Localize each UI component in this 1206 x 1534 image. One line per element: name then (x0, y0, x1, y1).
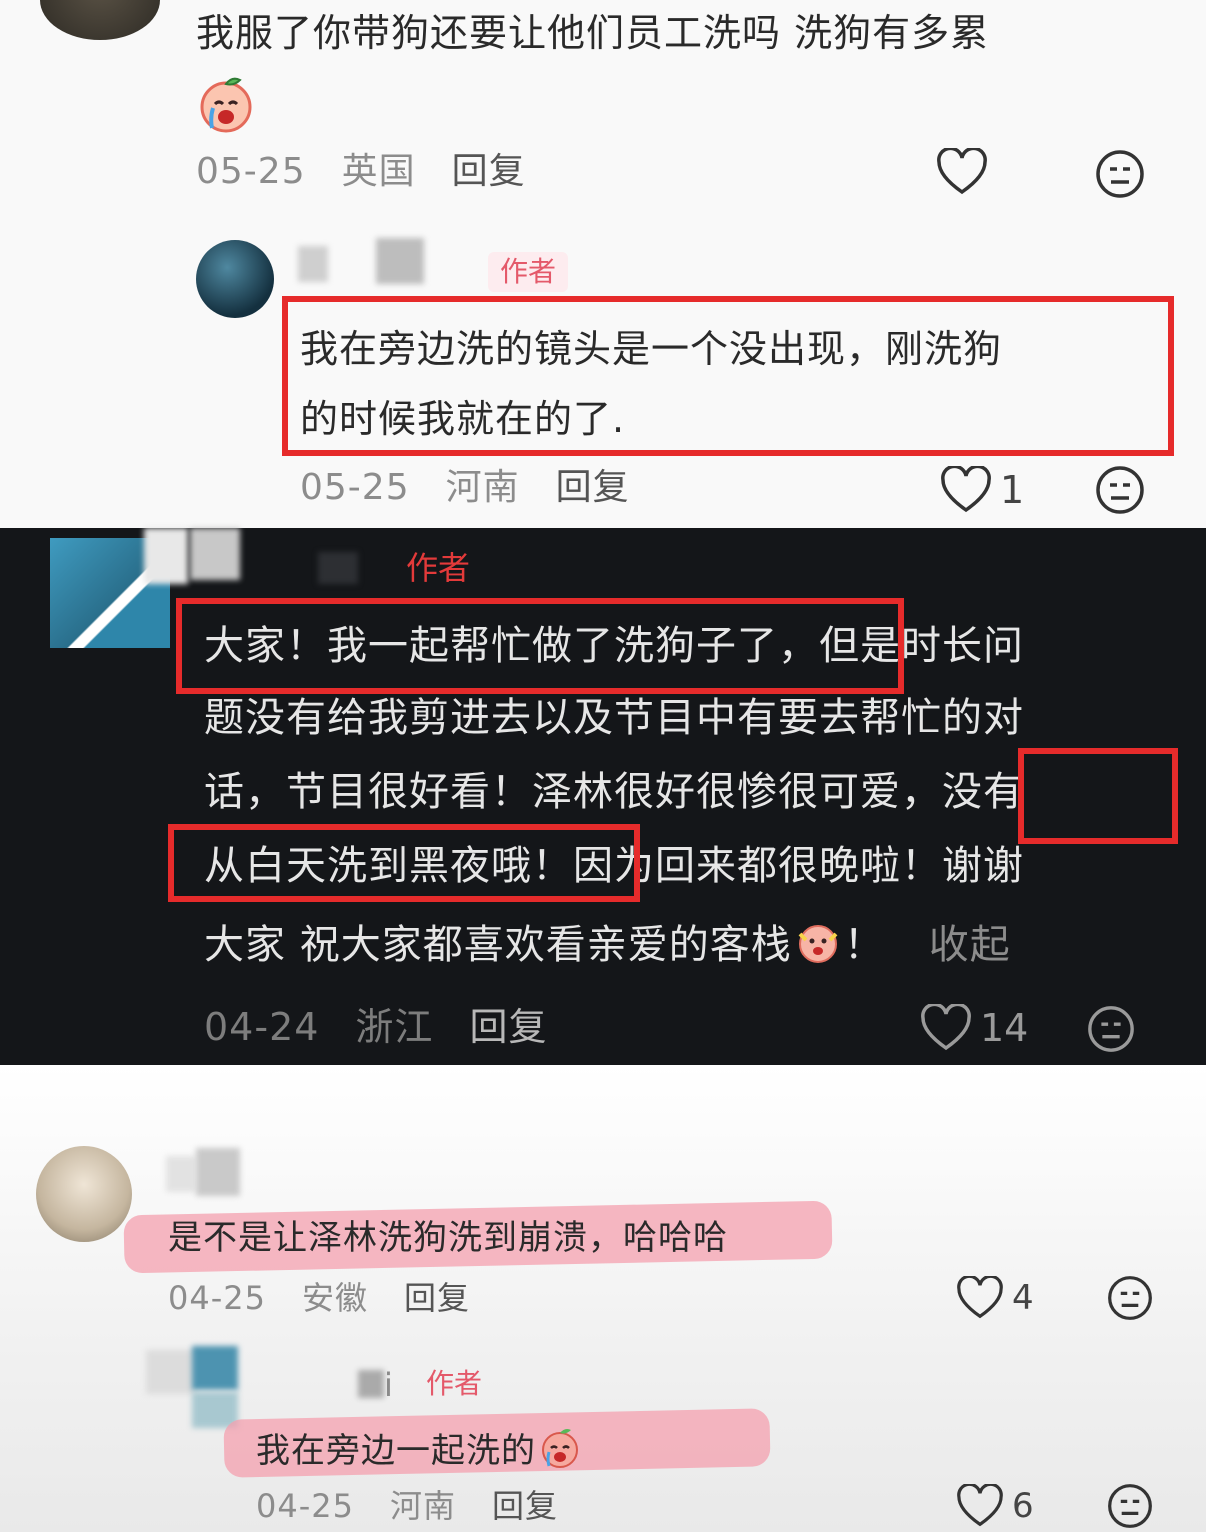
like-button[interactable]: 6 (956, 1484, 1034, 1528)
reply-button[interactable]: 回复 (492, 1487, 558, 1525)
emoji-reaction-icon[interactable] (1106, 1482, 1154, 1534)
username-blurred (144, 528, 188, 584)
comment-text: 我服了你带狗还要让他们员工洗吗 洗狗有多累 (196, 11, 990, 55)
emoji-reaction-icon[interactable] (1106, 1274, 1154, 1326)
comment-text-span: ！ (843, 922, 885, 968)
like-button[interactable]: 1 (940, 466, 1024, 514)
comment-meta: 04-25 安徽 回复 (168, 1280, 506, 1316)
comment-text: 题没有给我剪进去以及节目中有要去帮忙的对 (204, 695, 1024, 741)
comment-location: 英国 (341, 151, 416, 192)
emoji-reaction-icon[interactable] (1094, 464, 1146, 520)
emoji-reaction-icon[interactable] (1086, 1004, 1136, 1058)
comment-date: 04-24 (204, 1005, 320, 1049)
crying-peach-emoji (536, 1426, 584, 1468)
author-tag: 作者 (426, 1367, 483, 1400)
reply-button[interactable]: 回复 (556, 467, 630, 508)
comment-date: 04-25 (256, 1487, 354, 1525)
comment-date: 05-25 (300, 467, 410, 508)
annotation-box (282, 296, 1174, 456)
username-blurred (166, 1156, 196, 1192)
author-tag: 作者 (406, 549, 471, 587)
reply-button[interactable]: 回复 (469, 1005, 547, 1049)
annotation-box (1018, 748, 1178, 844)
comment-location: 安徽 (301, 1279, 368, 1317)
username-blurred (196, 1148, 240, 1196)
username-blurred (318, 552, 358, 584)
author-tag: 作者 (488, 252, 569, 292)
reply-button[interactable]: 回复 (404, 1279, 470, 1317)
comment-meta: 05-25 河南 回复 (300, 470, 666, 506)
comment-location: 河南 (389, 1487, 456, 1525)
avatar[interactable] (192, 1346, 238, 1390)
username-blurred (376, 238, 424, 284)
heart-icon (937, 148, 987, 195)
comment-location: 河南 (445, 467, 520, 508)
comment-text: 我在旁边一起洗的 (256, 1426, 584, 1469)
like-button[interactable] (936, 148, 988, 196)
comment-text-span: 我在旁边一起洗的 (256, 1431, 536, 1471)
crying-peach-emoji (196, 74, 256, 134)
like-count: 14 (980, 1006, 1029, 1050)
like-count: 4 (1012, 1278, 1034, 1318)
collapse-button[interactable]: 收起 (929, 922, 1011, 968)
shocked-peach-emoji (792, 920, 844, 963)
annotation-box (176, 598, 904, 694)
comment-meta: 04-25 河南 回复 (256, 1488, 594, 1524)
username-blurred (358, 1370, 384, 1398)
annotation-box (168, 824, 640, 902)
comment-text: 是不是让泽林洗狗洗到崩溃，哈哈哈 (168, 1218, 728, 1258)
comment-location: 浙江 (355, 1005, 434, 1049)
like-count: 6 (1012, 1486, 1034, 1526)
like-button[interactable]: 14 (920, 1004, 1028, 1052)
comment-meta: 04-24 浙江 回复 (204, 1008, 583, 1046)
username-blurred (298, 246, 328, 282)
username-fragment: i (384, 1366, 394, 1404)
like-count: 1 (1000, 468, 1025, 512)
username-blurred (190, 528, 240, 580)
comment-text: 话，节目很好看！泽林很好很惨很可爱，没有 (204, 769, 1024, 815)
like-button[interactable]: 4 (956, 1276, 1034, 1320)
heart-icon (957, 1484, 1003, 1527)
heart-icon (957, 1276, 1003, 1319)
heart-icon (921, 1004, 971, 1051)
comment-text-span: 大家 祝大家都喜欢看亲爱的客栈 (204, 922, 792, 968)
avatar[interactable] (146, 1350, 196, 1394)
avatar[interactable] (196, 240, 274, 318)
comment-date: 05-25 (196, 151, 306, 192)
avatar[interactable] (36, 1146, 132, 1242)
reply-button[interactable]: 回复 (452, 151, 526, 192)
comment-date: 04-25 (168, 1279, 266, 1317)
heart-icon (941, 466, 991, 513)
emoji-reaction-icon[interactable] (1094, 148, 1146, 204)
comment-meta: 05-25 英国 回复 (196, 154, 562, 190)
comment-text: 大家 祝大家都喜欢看亲爱的客栈 ！ 收起 (204, 920, 1011, 965)
